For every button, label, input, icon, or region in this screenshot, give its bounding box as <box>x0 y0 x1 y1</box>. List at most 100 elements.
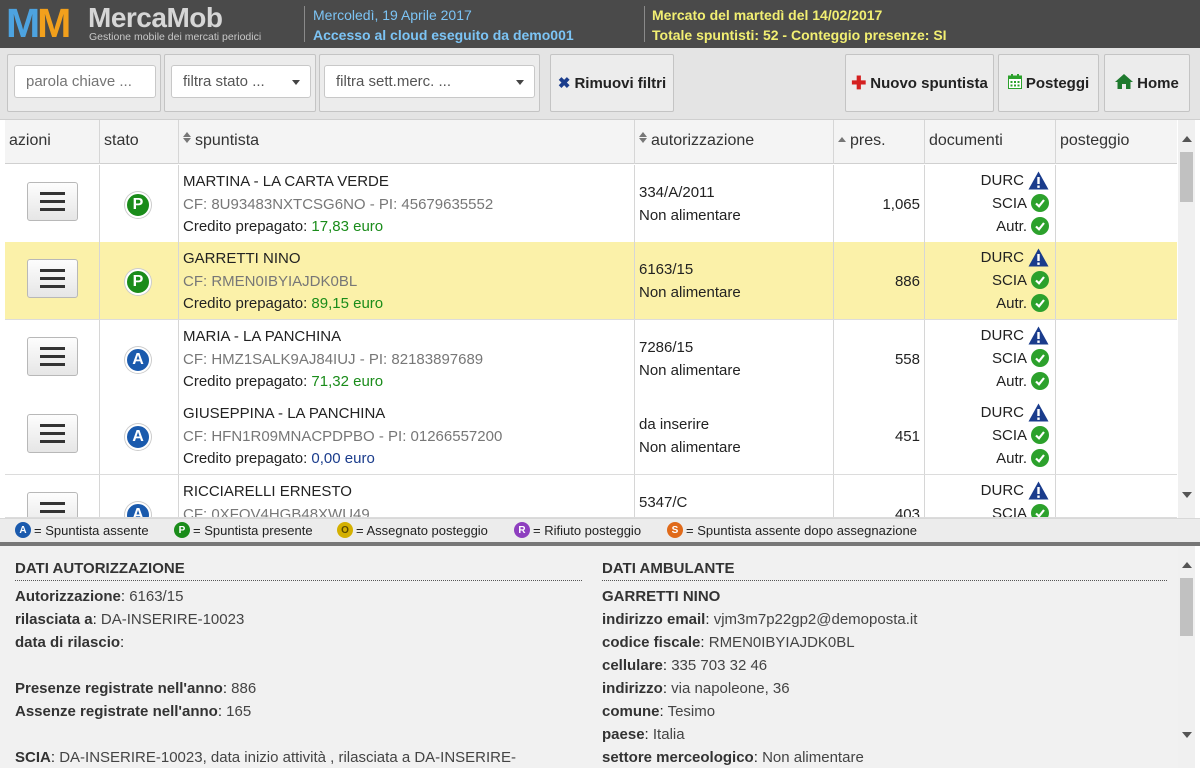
documents-cell: DURC SCIA <box>925 475 1056 517</box>
row-menu-button[interactable] <box>27 337 78 376</box>
status-filter-value: filtra stato ... <box>183 73 265 90</box>
status-filter-box: filtra stato ... <box>164 54 316 112</box>
mobile-line: cellulare: 335 703 32 46 <box>602 657 768 674</box>
table-scrollbar[interactable] <box>1178 120 1195 518</box>
legend-item: P = Spuntista presente <box>174 522 313 538</box>
documents-cell: DURC SCIA Autr. <box>925 320 1056 397</box>
authorization-cell: 7286/15 Non alimentare <box>635 320 834 397</box>
vendor-tax-code: CF: HFN1R09MNACPDPBO - PI: 01266557200 <box>183 428 503 445</box>
field-value: DA-INSERIRE-10023 <box>100 611 245 628</box>
column-header-label: pres. <box>850 132 886 149</box>
table-row[interactable]: A RICCIARELLI ERNESTO CF: 0XFOV4HGB48XWU… <box>5 475 1177 518</box>
field-value: 6163/15 <box>129 588 184 605</box>
detail-scrollbar[interactable] <box>1178 546 1195 768</box>
remove-filters-button[interactable]: ✖ Rimuovi filtri <box>550 54 674 112</box>
vendor-totals: Totale spuntisti: 52 - Conteggio presenz… <box>652 27 947 43</box>
authorization-number: 5347/C <box>639 494 688 511</box>
vendor-name-value: GARRETTI NINO <box>602 588 721 605</box>
column-header-actions: azioni <box>5 120 100 164</box>
status-badge-icon: P <box>174 522 190 538</box>
scroll-up-icon[interactable] <box>1182 562 1192 568</box>
presences-line: Presenze registrate nell'anno: 886 <box>15 680 257 697</box>
document-label: SCIA <box>991 426 1027 444</box>
field-value: 335 703 32 46 <box>671 657 768 674</box>
status-badge: A <box>125 347 151 373</box>
document-label: Autr. <box>996 449 1027 467</box>
table-row[interactable]: P GARRETTI NINO CF: RMEN0IBYIAJDK0BL Cre… <box>5 242 1177 320</box>
vendor-name: MARTINA - LA CARTA VERDE <box>183 173 389 190</box>
check-circle-icon <box>1031 294 1049 312</box>
status-badge-icon: O <box>337 522 353 538</box>
stalls-button[interactable]: Posteggi <box>998 54 1099 112</box>
authorization-number: 334/A/2011 <box>639 184 715 201</box>
table-header: azioni stato spuntista autorizzazione pr… <box>5 120 1177 164</box>
panel-title: DATI AUTORIZZAZIONE <box>15 560 582 581</box>
cloud-access-status: Accesso al cloud eseguito da demo001 <box>313 27 574 43</box>
column-header-label: spuntista <box>195 132 260 149</box>
field-label: Autorizzazione <box>15 588 121 605</box>
document-status: SCIA <box>992 426 1049 444</box>
document-status: Autr. <box>996 449 1049 467</box>
check-circle-icon <box>1031 504 1049 517</box>
status-filter-select[interactable]: filtra stato ... <box>171 65 311 98</box>
document-label: DURC <box>980 482 1024 499</box>
table-row[interactable]: P MARTINA - LA CARTA VERDE CF: 8U93483NX… <box>5 165 1177 243</box>
vendor-panel: DATI AMBULANTE GARRETTI NINO indirizzo e… <box>591 546 1178 768</box>
row-menu-button[interactable] <box>27 182 78 221</box>
search-box <box>7 54 161 112</box>
status-badge-icon: R <box>514 522 530 538</box>
chevron-down-icon <box>516 80 524 85</box>
vendor-name: MARIA - LA PANCHINA <box>183 328 342 345</box>
authorization-cell: 334/A/2011 Non alimentare <box>635 165 834 242</box>
column-header-vendor[interactable]: spuntista <box>179 120 635 164</box>
documents-cell: DURC SCIA Autr. <box>925 242 1056 319</box>
document-status: Autr. <box>996 217 1049 235</box>
home-button[interactable]: Home <box>1104 54 1190 112</box>
authorization-type: Non alimentare <box>639 284 741 301</box>
table-row[interactable]: A MARIA - LA PANCHINA CF: HMZ1SALK9AJ84I… <box>5 320 1177 398</box>
scroll-thumb[interactable] <box>1180 152 1193 202</box>
scroll-down-icon[interactable] <box>1182 492 1192 498</box>
document-label: SCIA <box>991 349 1027 367</box>
scroll-up-icon[interactable] <box>1182 136 1192 142</box>
search-input[interactable] <box>14 65 156 98</box>
row-menu-button[interactable] <box>27 259 78 298</box>
scroll-thumb[interactable] <box>1180 578 1193 636</box>
vendor-name: GARRETTI NINO <box>602 588 720 605</box>
check-circle-icon <box>1031 449 1049 467</box>
document-label: Autr. <box>996 372 1027 390</box>
sort-ascending-icon <box>838 137 846 143</box>
check-circle-icon <box>1031 194 1049 212</box>
credit-label: Credito prepagato: <box>183 218 312 235</box>
legend-text: = Spuntista presente <box>193 522 313 538</box>
row-menu-button[interactable] <box>27 492 78 517</box>
presences-count: 451 <box>894 428 920 445</box>
field-label: Presenze registrate nell'anno <box>15 680 223 697</box>
panel-title: DATI AMBULANTE <box>602 560 1167 581</box>
sector-filter-box: filtra sett.merc. ... <box>319 54 540 112</box>
sort-icon <box>183 132 191 143</box>
country-line: paese: Italia <box>602 726 685 743</box>
column-header-authorization[interactable]: autorizzazione <box>635 120 834 164</box>
vendor-name: GARRETTI NINO <box>183 250 301 267</box>
document-status: SCIA <box>992 349 1049 367</box>
field-value: Italia <box>652 726 685 743</box>
presences-count: 403 <box>894 506 920 518</box>
column-header-stall: posteggio <box>1056 120 1177 164</box>
credit-value: 17,83 euro <box>311 218 384 235</box>
scroll-down-icon[interactable] <box>1182 732 1192 738</box>
document-label: SCIA <box>991 194 1027 212</box>
warning-icon <box>1028 481 1049 500</box>
sector-filter-select[interactable]: filtra sett.merc. ... <box>324 65 535 98</box>
document-status: SCIA <box>992 194 1049 212</box>
status-cell: P <box>100 165 179 242</box>
field-value: RMEN0IBYIAJDK0BL <box>708 634 855 651</box>
column-header-presences[interactable]: pres. <box>834 120 925 164</box>
vendor-tax-code: CF: HMZ1SALK9AJ84IUJ - PI: 82183897689 <box>183 351 484 368</box>
vendor-cell: RICCIARELLI ERNESTO CF: 0XFOV4HGB48XWU49 <box>179 475 635 517</box>
new-vendor-button[interactable]: ✚ Nuovo spuntista <box>845 54 994 112</box>
table-row[interactable]: A GIUSEPPINA - LA PANCHINA CF: HFN1R09MN… <box>5 397 1177 475</box>
row-menu-button[interactable] <box>27 414 78 453</box>
column-header-label: posteggio <box>1060 132 1130 149</box>
legend-text: = Spuntista assente <box>34 522 149 538</box>
